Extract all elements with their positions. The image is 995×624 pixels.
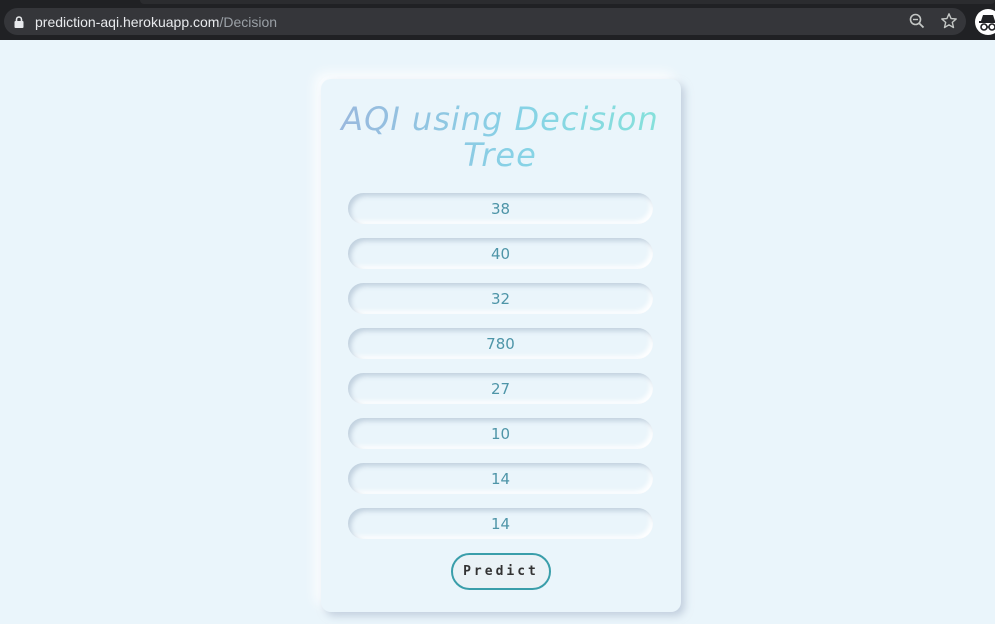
- page-title: AQI using Decision Tree: [330, 101, 670, 173]
- url-text[interactable]: prediction-aqi.herokuapp.com/Decision: [35, 14, 277, 30]
- url-host: prediction-aqi.herokuapp.com: [35, 13, 220, 30]
- feature-input-8[interactable]: [348, 508, 653, 539]
- feature-input-6[interactable]: [348, 418, 653, 449]
- feature-input-1[interactable]: [348, 193, 653, 224]
- browser-toolbar: prediction-aqi.herokuapp.com/Decision: [0, 0, 995, 40]
- address-bar[interactable]: prediction-aqi.herokuapp.com/Decision: [4, 8, 966, 35]
- tab-strip-edge: [140, 0, 995, 4]
- lock-icon[interactable]: [14, 15, 24, 28]
- star-icon[interactable]: [940, 12, 958, 30]
- feature-input-2[interactable]: [348, 238, 653, 269]
- feature-input-5[interactable]: [348, 373, 653, 404]
- zoom-out-icon[interactable]: [908, 12, 926, 30]
- predict-button[interactable]: Predict: [451, 553, 551, 590]
- incognito-icon[interactable]: [975, 9, 995, 35]
- feature-input-7[interactable]: [348, 463, 653, 494]
- feature-input-3[interactable]: [348, 283, 653, 314]
- url-path: /Decision: [219, 13, 278, 30]
- feature-input-4[interactable]: [348, 328, 653, 359]
